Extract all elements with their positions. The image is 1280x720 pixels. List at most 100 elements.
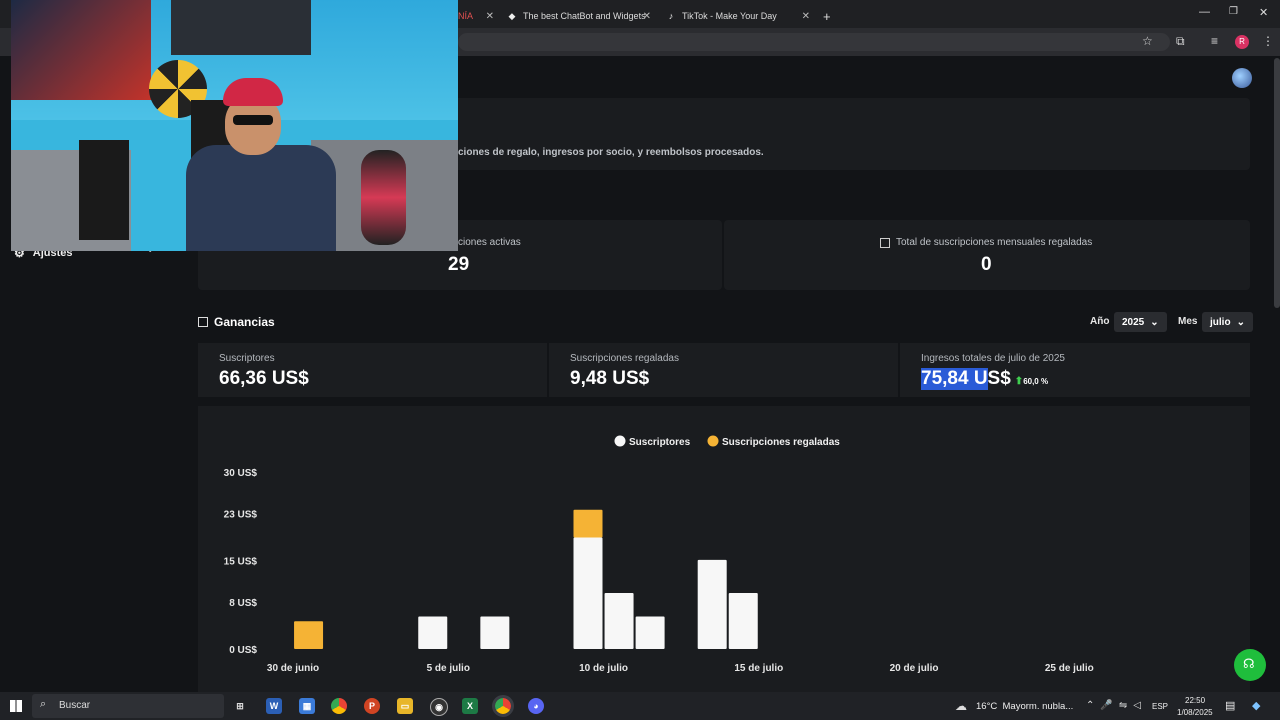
bar-subscribers bbox=[573, 537, 603, 649]
taskbar-search[interactable]: ⌕ Buscar bbox=[32, 694, 224, 718]
year-label: Año bbox=[1090, 316, 1110, 327]
arrow-up-icon: ⬆ bbox=[1014, 376, 1024, 387]
change-value: 60,0 % bbox=[1023, 377, 1049, 386]
chrome-icon[interactable] bbox=[331, 698, 347, 714]
notifications-icon[interactable]: ▤ bbox=[1225, 699, 1235, 712]
weather-text[interactable]: 16°C Mayorm. nubla... bbox=[976, 701, 1073, 712]
language-indicator[interactable]: ESP bbox=[1152, 702, 1168, 711]
legend-label: Suscripciones regaladas bbox=[722, 437, 840, 448]
folder-icon[interactable]: ▭ bbox=[397, 698, 413, 714]
tab-partial[interactable]: NÍA ✕ bbox=[458, 4, 498, 28]
tab-label: TikTok - Make Your Day bbox=[682, 11, 777, 21]
x-tick-label: 25 de julio bbox=[1045, 663, 1094, 674]
star-icon[interactable]: ☆ bbox=[1142, 34, 1153, 48]
bar-subscribers bbox=[697, 559, 727, 649]
earnings-card-gifted: Suscripciones regaladas 9,48 US$ bbox=[549, 343, 898, 397]
year-select[interactable]: 2025 ⌄ bbox=[1114, 312, 1167, 332]
legend-swatch bbox=[707, 435, 719, 447]
diamond-icon: ◆ bbox=[508, 11, 516, 21]
active-subs-value: 29 bbox=[448, 254, 470, 275]
chrome-active-icon[interactable] bbox=[492, 695, 514, 717]
task-view-icon[interactable]: ⊞ bbox=[232, 698, 248, 714]
tiktok-icon: ♪ bbox=[668, 11, 674, 21]
gifted-subs-value: 0 bbox=[981, 254, 992, 275]
change-badge: ⬆60,0 % bbox=[1015, 376, 1048, 387]
card-label: Ingresos totales de julio de 2025 bbox=[921, 353, 1065, 364]
extensions-icon[interactable]: ⧉ bbox=[1176, 34, 1185, 49]
earnings-chart: 30 US$ 23 US$ 15 US$ 8 US$ 0 US$ 30 de junio 5… bbox=[224, 435, 1094, 674]
tab-close-icon[interactable]: ✕ bbox=[643, 11, 651, 22]
bar-subscribers bbox=[635, 616, 665, 649]
windows-start-icon[interactable] bbox=[10, 700, 22, 712]
discord-icon[interactable]: ◕ bbox=[528, 698, 544, 714]
clock-time[interactable]: 22:50 bbox=[1185, 696, 1205, 705]
clock-date[interactable]: 1/08/2025 bbox=[1177, 708, 1213, 717]
support-icon: ☊ bbox=[1243, 656, 1255, 671]
month-label: Mes bbox=[1178, 316, 1198, 327]
earnings-card-subscribers: Suscriptores 66,36 US$ bbox=[198, 343, 547, 397]
webcam-overlay bbox=[11, 0, 458, 251]
x-tick-label: 10 de julio bbox=[579, 663, 628, 674]
card-value: 9,48 US$ bbox=[570, 368, 650, 389]
earnings-card-total: Ingresos totales de julio de 2025 75,84 … bbox=[900, 343, 1250, 397]
bar-gifted bbox=[573, 509, 603, 538]
weather-icon: ☁ bbox=[955, 699, 967, 713]
x-tick-label: 20 de julio bbox=[890, 663, 939, 674]
card-label: Suscripciones regaladas bbox=[570, 353, 679, 364]
bar-subscribers bbox=[604, 592, 634, 649]
media-icon[interactable]: ≡ bbox=[1211, 34, 1218, 48]
tab-tiktok[interactable]: ♪ TikTok - Make Your Day ✕ bbox=[666, 4, 816, 28]
selected-text: 75,84 U bbox=[921, 368, 988, 390]
y-tick-label: 30 US$ bbox=[224, 468, 258, 479]
y-tick-label: 15 US$ bbox=[224, 557, 258, 568]
value-rest: S$ bbox=[987, 368, 1011, 389]
tray-icons[interactable]: ⌃🎤⇋◁ bbox=[1086, 700, 1147, 711]
minimize-button[interactable]: — bbox=[1199, 6, 1210, 18]
gifted-subs-header: Total de suscripciones mensuales regalad… bbox=[880, 237, 1092, 248]
excel-icon[interactable]: X bbox=[462, 698, 478, 714]
bar-subscribers bbox=[418, 616, 448, 649]
obs-icon[interactable]: ◉ bbox=[430, 698, 448, 716]
month-select[interactable]: julio ⌄ bbox=[1202, 312, 1253, 332]
menu-icon[interactable]: ⋮ bbox=[1262, 34, 1274, 48]
widgets-icon[interactable]: ◆ bbox=[1252, 699, 1260, 712]
powerpoint-icon[interactable]: P bbox=[364, 698, 380, 714]
tab-chatbot[interactable]: ◆ The best ChatBot and Widgets ✕ bbox=[507, 4, 657, 28]
store-icon[interactable]: ▦ bbox=[299, 698, 315, 714]
address-bar[interactable] bbox=[458, 33, 1170, 51]
close-window-button[interactable]: ✕ bbox=[1259, 6, 1268, 19]
word-icon[interactable]: W bbox=[266, 698, 282, 714]
year-value: 2025 bbox=[1122, 316, 1145, 328]
tab-label: The best ChatBot and Widgets bbox=[523, 11, 646, 21]
y-tick-label: 8 US$ bbox=[229, 598, 257, 609]
chevron-down-icon: ⌄ bbox=[1236, 316, 1245, 328]
card-label: Suscriptores bbox=[219, 353, 275, 364]
x-tick-label: 30 de junio bbox=[267, 663, 319, 674]
x-tick-label: 5 de julio bbox=[427, 663, 470, 674]
chart-icon bbox=[880, 237, 890, 248]
active-subs-label: ciones activas bbox=[458, 237, 521, 248]
earnings-header: Ganancias bbox=[198, 315, 275, 329]
restore-button[interactable]: ❐ bbox=[1229, 6, 1238, 17]
chevron-down-icon: ⌄ bbox=[1150, 316, 1159, 328]
help-button[interactable]: ☊ bbox=[1234, 649, 1266, 681]
card-value: 75,84 U S$ ⬆60,0 % bbox=[921, 368, 1048, 390]
legend-label: Suscriptores bbox=[629, 437, 691, 448]
user-avatar[interactable] bbox=[1232, 68, 1252, 88]
y-tick-label: 23 US$ bbox=[224, 509, 258, 520]
month-value: julio bbox=[1210, 316, 1231, 328]
x-tick-label: 15 de julio bbox=[734, 663, 783, 674]
tab-close-icon[interactable]: ✕ bbox=[802, 11, 810, 22]
new-tab-button[interactable]: + bbox=[823, 4, 837, 28]
tab-label: NÍA bbox=[458, 11, 474, 21]
tab-close-icon[interactable]: ✕ bbox=[486, 11, 494, 22]
bar-gifted bbox=[294, 621, 324, 649]
scrollbar[interactable] bbox=[1274, 58, 1280, 308]
card-value: 66,36 US$ bbox=[219, 368, 309, 389]
plus-icon: + bbox=[823, 8, 831, 24]
chart-icon bbox=[198, 317, 208, 327]
profile-avatar[interactable]: R bbox=[1235, 35, 1249, 49]
gifted-subs-label: Total de suscripciones mensuales regalad… bbox=[896, 237, 1093, 248]
info-description: ciones de regalo, ingresos por socio, y … bbox=[458, 147, 764, 158]
bar-subscribers bbox=[480, 616, 510, 649]
